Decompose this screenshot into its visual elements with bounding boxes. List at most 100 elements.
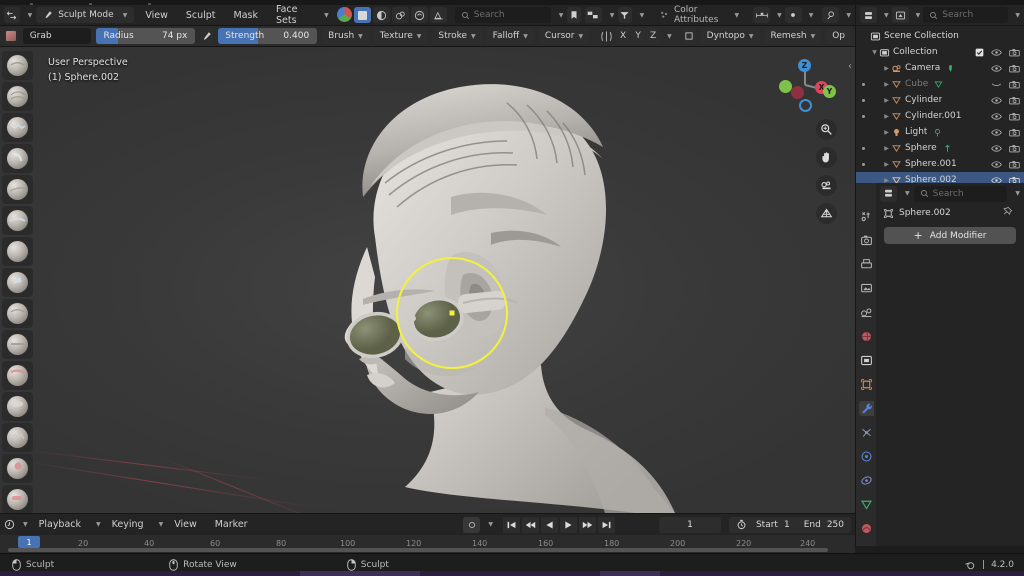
timeline-editor-icon[interactable]: [4, 515, 15, 534]
properties-options-chevron[interactable]: ▼: [1015, 190, 1020, 197]
keying-chevron[interactable]: ▼: [159, 521, 164, 528]
pen-pressure-icon[interactable]: [200, 28, 214, 44]
object-data-tab-icon[interactable]: [859, 497, 874, 512]
object-tab-icon[interactable]: [859, 377, 874, 392]
brush-tool-grab-alt[interactable]: [2, 485, 33, 513]
expand-chevron-icon[interactable]: ▶: [882, 129, 891, 136]
brush-dropdown[interactable]: Brush ▼: [322, 28, 369, 44]
symmetry-z-toggle[interactable]: Z: [646, 28, 661, 44]
collection-checkbox[interactable]: [975, 48, 984, 57]
eye-hidden-icon[interactable]: [991, 80, 1002, 89]
brush-tool-clay-thumb[interactable]: [2, 144, 33, 173]
brush-name-field[interactable]: Grab: [22, 28, 92, 44]
properties-editor-icon[interactable]: [880, 185, 897, 202]
editor-type-icon[interactable]: [4, 7, 20, 23]
camera-render-icon[interactable]: [1009, 112, 1020, 121]
gizmo-axis-z[interactable]: Z: [798, 59, 811, 72]
menu-mask[interactable]: Mask: [227, 7, 265, 23]
gizmo-axis-y[interactable]: Y: [823, 85, 836, 98]
camera-render-icon[interactable]: [1009, 96, 1020, 105]
color-attributes-chevron[interactable]: ▼: [735, 12, 740, 19]
eye-visibility-icon[interactable]: [991, 48, 1002, 57]
properties-editor-chevron[interactable]: ▼: [905, 190, 910, 197]
brush-swatch-icon[interactable]: [4, 28, 18, 44]
expand-chevron-icon[interactable]: ▼: [870, 49, 879, 56]
play-reverse-icon[interactable]: [540, 516, 558, 533]
mask-box-icon[interactable]: [682, 28, 696, 44]
xray-toggle-icon[interactable]: [372, 7, 390, 23]
world-tab-icon[interactable]: [859, 329, 874, 344]
viewport-render-icon[interactable]: [429, 7, 447, 23]
eye-visibility-icon[interactable]: [991, 128, 1002, 137]
eye-visibility-icon[interactable]: [991, 96, 1002, 105]
properties-tab-column[interactable]: [856, 183, 876, 546]
falloff-dropdown[interactable]: Falloff ▼: [486, 28, 534, 44]
expand-chevron-icon[interactable]: ▶: [882, 113, 891, 120]
overlays-toggle-icon[interactable]: [391, 7, 409, 23]
playback-transport[interactable]: [502, 516, 615, 533]
pin-icon[interactable]: [1002, 206, 1013, 217]
camera-view-icon[interactable]: [816, 175, 837, 196]
viewport-nav-buttons[interactable]: [816, 119, 837, 224]
outliner-options-chevron[interactable]: ▼: [1015, 12, 1020, 19]
cursor-dropdown[interactable]: Cursor ▼: [538, 28, 590, 44]
menu-keying[interactable]: Keying: [105, 517, 151, 533]
header-overflow-chevron[interactable]: ▼: [324, 12, 329, 19]
outliner-tree[interactable]: Scene Collection ▼ Collection ▶ Camera ▶…: [856, 26, 1024, 188]
expand-chevron-icon[interactable]: ▶: [882, 65, 891, 72]
stroke-dropdown[interactable]: Stroke ▼: [432, 28, 482, 44]
brush-tool-clay-strips[interactable]: [2, 113, 33, 142]
dyntopo-button[interactable]: Dyntopo ▼: [700, 28, 760, 44]
proportional-edit-icon[interactable]: [822, 7, 840, 23]
expand-chevron-icon[interactable]: ▶: [882, 161, 891, 168]
material-tab-icon[interactable]: [859, 521, 874, 536]
timeline-playhead[interactable]: 1: [18, 536, 40, 548]
outliner-row-sphere[interactable]: ▶ Sphere: [856, 140, 1024, 156]
pan-hand-icon[interactable]: [816, 147, 837, 168]
menu-sculpt[interactable]: Sculpt: [179, 7, 223, 23]
start-frame-field[interactable]: Start 1: [749, 520, 797, 530]
outliner-row-cylinder-001[interactable]: ▶ Cylinder.001: [856, 108, 1024, 124]
strength-slider[interactable]: Strength 0.400: [218, 28, 318, 44]
outliner-row-collection[interactable]: ▼ Collection: [856, 44, 1024, 60]
outliner-row-light[interactable]: ▶ Light: [856, 124, 1024, 140]
gizmo-axis-x-neg[interactable]: [791, 86, 804, 99]
radius-slider[interactable]: Radius 74 px: [96, 28, 196, 44]
menu-playback[interactable]: Playback: [32, 517, 88, 533]
gizmo-axis-z-neg[interactable]: [799, 99, 812, 112]
brush-tool-smooth[interactable]: [2, 299, 33, 328]
outliner-row-camera[interactable]: ▶ Camera: [856, 60, 1024, 76]
navigation-gizmo[interactable]: Z X Y: [777, 55, 836, 112]
auto-keying-icon[interactable]: [463, 516, 481, 533]
jump-start-icon[interactable]: [502, 516, 520, 533]
menu-view[interactable]: View: [138, 7, 175, 23]
mesh-data-icon[interactable]: [934, 80, 943, 89]
proportional-chevron[interactable]: ▼: [846, 12, 851, 19]
tool-tab-icon[interactable]: [859, 209, 874, 224]
eye-visibility-icon[interactable]: [991, 160, 1002, 169]
brush-tool-pinch[interactable]: [2, 454, 33, 483]
outliner-search-input[interactable]: Search: [923, 7, 1009, 23]
brush-tool-inflate[interactable]: [2, 206, 33, 235]
outliner-display-chevron[interactable]: ▼: [884, 12, 889, 19]
symmetry-y-toggle[interactable]: Y: [631, 28, 646, 44]
bookmark-icon[interactable]: [567, 7, 581, 23]
camera-render-icon[interactable]: [1009, 80, 1020, 89]
brush-tool-crease[interactable]: [2, 268, 33, 297]
output-tab-icon[interactable]: [859, 257, 874, 272]
mode-selector[interactable]: Sculpt Mode ▼: [36, 7, 135, 23]
material-preview-orb-icon[interactable]: [336, 7, 352, 22]
outliner-filter-icon[interactable]: [891, 7, 909, 23]
eye-visibility-icon[interactable]: [991, 144, 1002, 153]
jump-end-icon[interactable]: [597, 516, 615, 533]
funnel-chevron[interactable]: ▼: [640, 12, 645, 19]
collection-tab-icon[interactable]: [859, 353, 874, 368]
editor-type-chevron[interactable]: ▼: [28, 12, 33, 19]
next-keyframe-icon[interactable]: [578, 516, 596, 533]
brush-tool-blob[interactable]: [2, 237, 33, 266]
snap-icon[interactable]: [784, 7, 802, 23]
scene-tab-icon[interactable]: [859, 305, 874, 320]
snap-chevron[interactable]: ▼: [809, 12, 814, 19]
camera-render-icon[interactable]: [1009, 160, 1020, 169]
add-modifier-button[interactable]: + Add Modifier: [884, 227, 1016, 244]
